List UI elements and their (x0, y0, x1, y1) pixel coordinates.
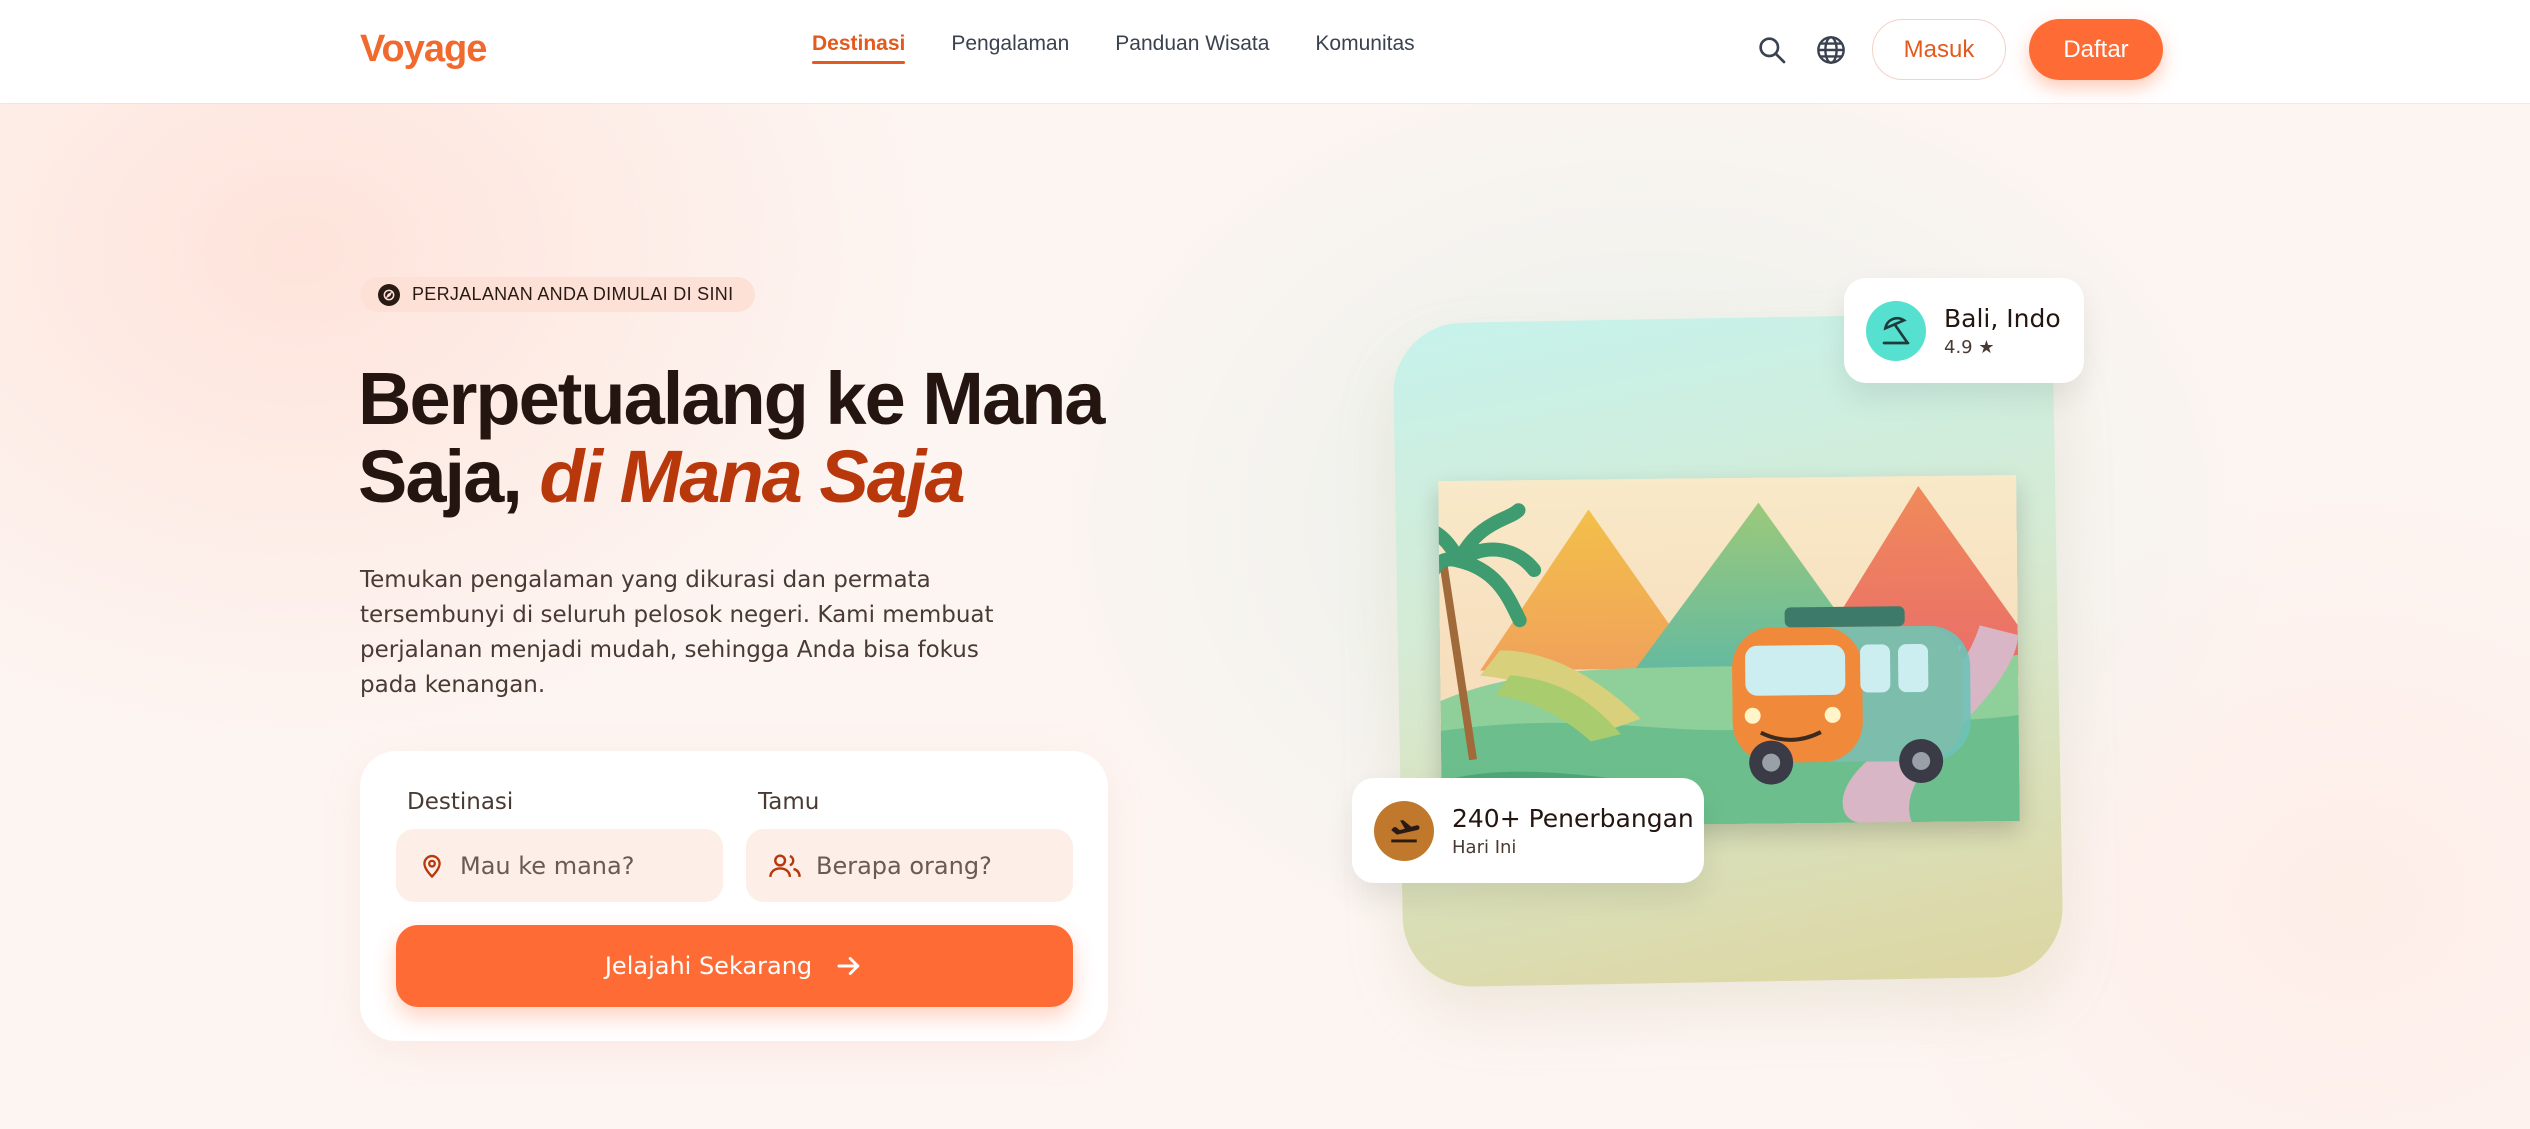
arrow-right-icon (837, 957, 860, 975)
map-pin-icon (423, 854, 441, 878)
brand-logo[interactable]: Voyage (360, 28, 487, 71)
hero-badge: PERJALANAN ANDA DIMULAI DI SINI (360, 277, 756, 312)
destination-label: Destinasi (407, 789, 514, 815)
destination-field[interactable] (396, 829, 723, 902)
nav-link-destinasi[interactable]: Destinasi (812, 32, 906, 64)
search-icon[interactable] (1752, 30, 1792, 70)
flights-title: 240+ Penerbangan (1452, 803, 1694, 833)
guests-field[interactable] (746, 829, 1073, 902)
destination-input[interactable] (460, 851, 700, 880)
hero-headline-accent: di Mana Saja (539, 435, 965, 518)
location-card: Bali, Indo 4.9 ★ (1844, 278, 2084, 383)
flight-landing-icon (1374, 800, 1434, 861)
explore-now-button[interactable]: Jelajahi Sekarang (396, 925, 1073, 1007)
hero-illustration (1438, 474, 2020, 828)
globe-icon[interactable] (1811, 30, 1851, 70)
explore-now-label: Jelajahi Sekarang (604, 952, 813, 980)
compass-icon (378, 283, 400, 306)
main-nav: Destinasi Pengalaman Panduan Wisata Komu… (812, 32, 1461, 64)
location-title: Bali, Indo (1944, 303, 2061, 333)
search-card: Destinasi Tamu Jelajahi Sekarang (360, 751, 1108, 1041)
flights-card: 240+ Penerbangan Hari Ini (1352, 778, 1704, 883)
beach-umbrella-icon (1866, 300, 1926, 361)
signup-button[interactable]: Daftar (2029, 19, 2163, 80)
nav-link-panduan-wisata[interactable]: Panduan Wisata (1115, 32, 1269, 64)
nav-link-pengalaman[interactable]: Pengalaman (951, 32, 1069, 64)
flights-subtitle: Hari Ini (1452, 836, 1517, 858)
guests-label: Tamu (758, 789, 820, 815)
location-rating: 4.9 ★ (1944, 336, 1995, 358)
top-navbar: Voyage Destinasi Pengalaman Panduan Wisa… (0, 0, 2530, 103)
nav-link-komunitas[interactable]: Komunitas (1315, 32, 1414, 64)
hero-headline: Berpetualang ke Mana Saja, di Mana Saja (358, 360, 1178, 516)
login-button[interactable]: Masuk (1872, 19, 2006, 80)
guests-input[interactable] (816, 851, 1056, 880)
users-icon (769, 853, 801, 877)
hero-description: Temukan pengalaman yang dikurasi dan per… (360, 567, 994, 698)
hero-badge-text: PERJALANAN ANDA DIMULAI DI SINI (412, 284, 734, 304)
